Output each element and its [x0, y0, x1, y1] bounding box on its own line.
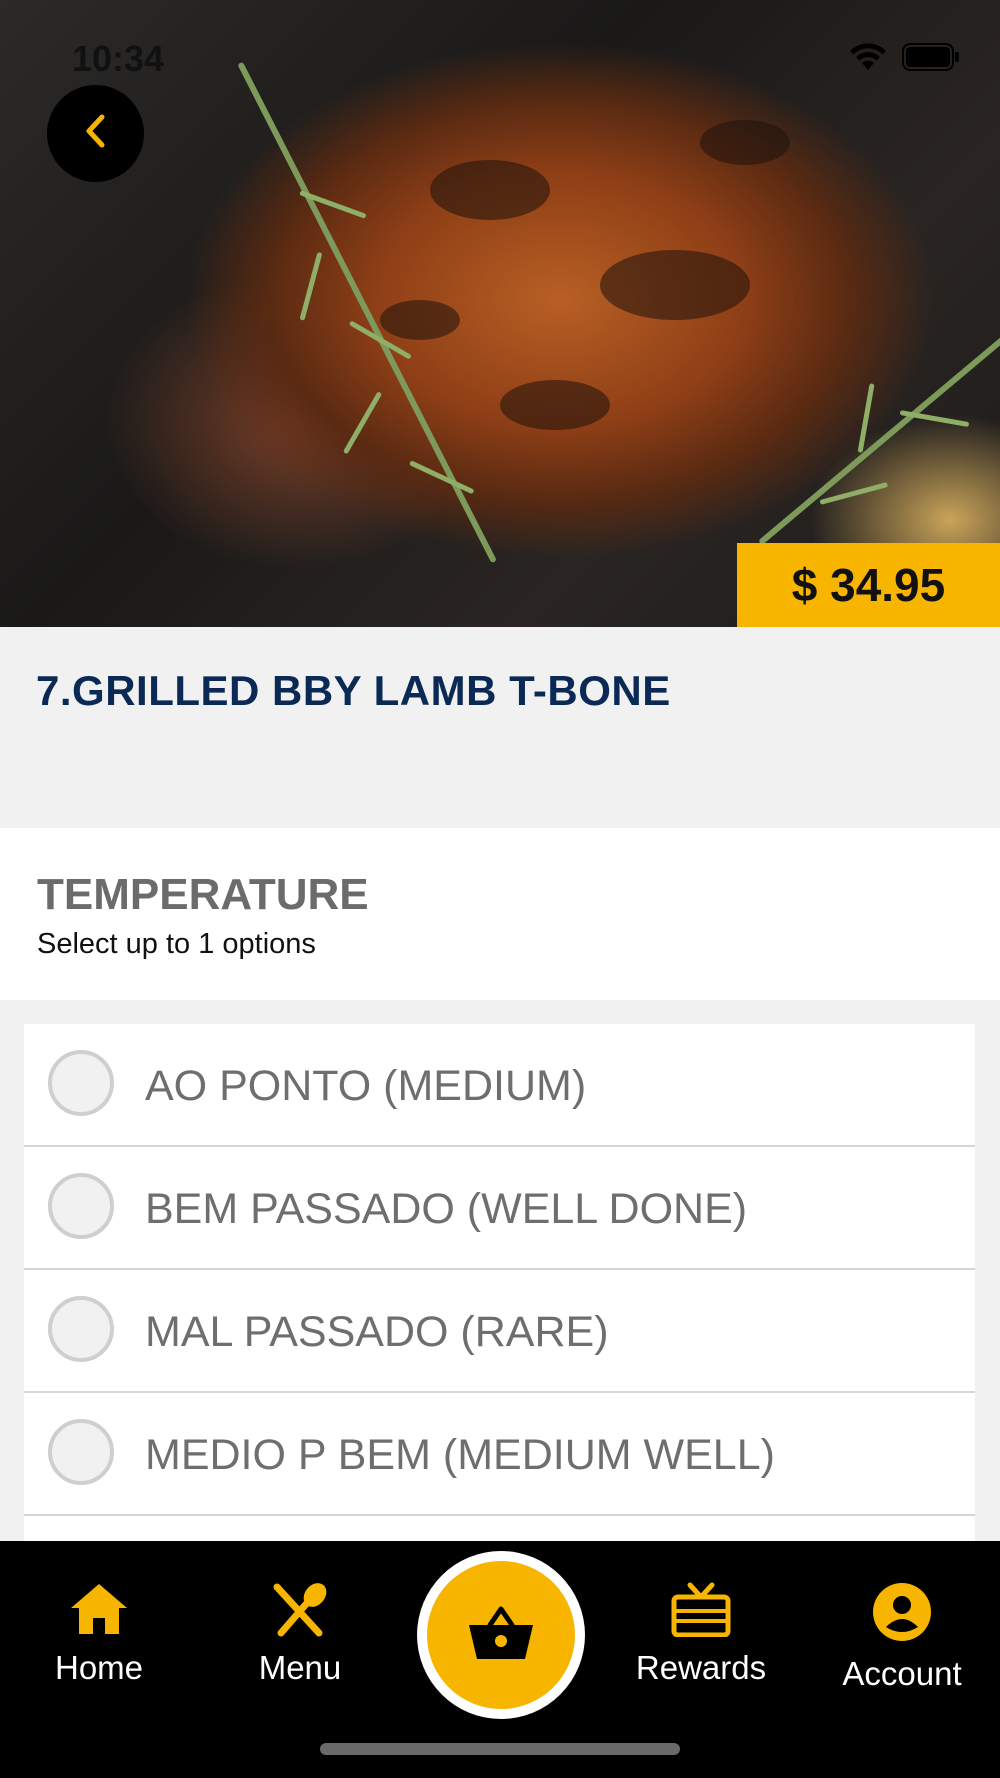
utensils-icon — [220, 1581, 380, 1637]
option-well-done[interactable]: BEM PASSADO (WELL DONE) — [24, 1147, 975, 1270]
nav-rewards-label: Rewards — [635, 1649, 767, 1686]
status-time: 10:34 — [72, 38, 165, 79]
nav-menu-label: Menu — [258, 1649, 342, 1686]
battery-icon — [902, 43, 960, 76]
basket-icon — [466, 1603, 536, 1668]
options-list: AO PONTO (MEDIUM) BEM PASSADO (WELL DONE… — [24, 1024, 975, 1556]
section-subtitle: Select up to 1 options — [37, 928, 316, 960]
cart-button[interactable] — [417, 1551, 585, 1719]
section-title: TEMPERATURE — [37, 870, 369, 919]
option-label: MAL PASSADO (RARE) — [145, 1308, 609, 1356]
modifier-section-header: TEMPERATURE Select up to 1 options — [0, 828, 1000, 1000]
radio-button[interactable] — [48, 1173, 114, 1239]
radio-button[interactable] — [48, 1296, 114, 1362]
back-button[interactable] — [47, 85, 144, 182]
option-label: MEDIO P BEM (MEDIUM WELL) — [145, 1431, 775, 1479]
nav-rewards[interactable]: Rewards — [621, 1581, 781, 1687]
hero-image — [0, 0, 1000, 627]
option-rare[interactable]: MAL PASSADO (RARE) — [24, 1270, 975, 1393]
wifi-icon — [848, 42, 888, 77]
price-tag: $ 34.95 — [737, 543, 1000, 627]
item-header: 7.GRILLED BBY LAMB T-BONE — [0, 627, 1000, 827]
home-icon — [19, 1581, 179, 1637]
cart-button-fill — [427, 1561, 575, 1709]
home-indicator[interactable] — [320, 1743, 680, 1755]
nav-home[interactable]: Home — [19, 1581, 179, 1687]
nav-account-label: Account — [842, 1655, 962, 1692]
nav-home-label: Home — [54, 1649, 144, 1686]
radio-button[interactable] — [48, 1050, 114, 1116]
account-icon — [822, 1581, 982, 1643]
nav-menu[interactable]: Menu — [220, 1581, 380, 1687]
radio-button[interactable] — [48, 1419, 114, 1485]
nav-account[interactable]: Account — [822, 1581, 982, 1693]
gift-icon — [621, 1581, 781, 1637]
chevron-left-icon — [81, 113, 111, 154]
status-icons — [848, 42, 960, 77]
option-label: AO PONTO (MEDIUM) — [145, 1062, 587, 1110]
item-title: 7.GRILLED BBY LAMB T-BONE — [36, 667, 671, 714]
option-medium-well[interactable]: MEDIO P BEM (MEDIUM WELL) — [24, 1393, 975, 1516]
option-label: BEM PASSADO (WELL DONE) — [145, 1185, 748, 1233]
option-medium[interactable]: AO PONTO (MEDIUM) — [24, 1024, 975, 1147]
